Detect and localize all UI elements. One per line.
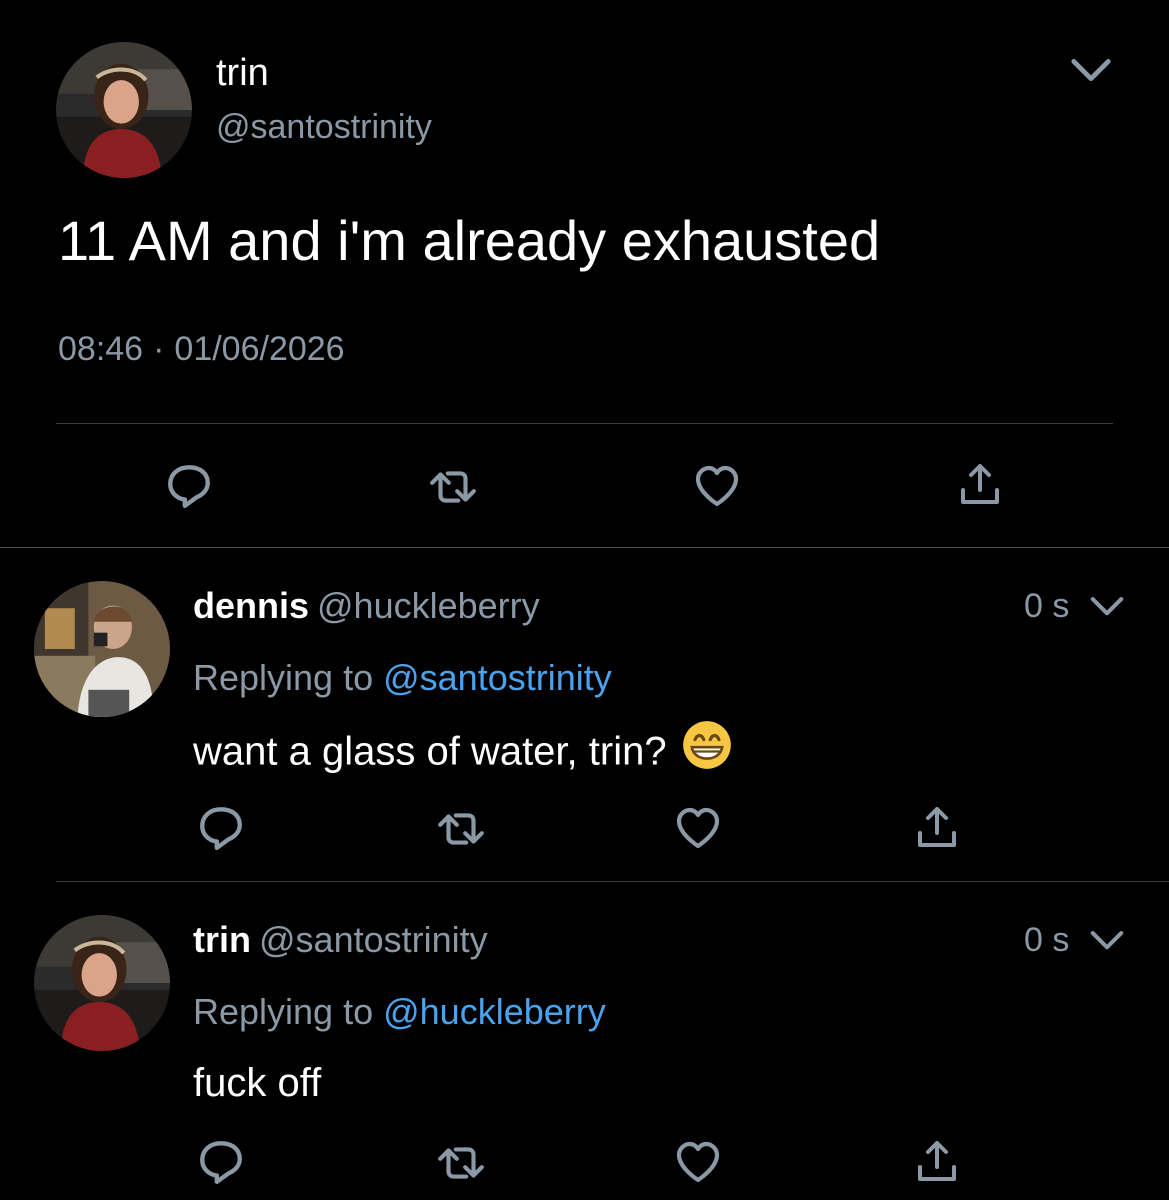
- reply-share-icon[interactable]: [913, 803, 961, 856]
- main-section-divider: [0, 547, 1169, 548]
- reply-share-icon[interactable]: [913, 1137, 961, 1190]
- main-tweet-date: 01/06/2026: [174, 330, 345, 368]
- reply-header: dennis @huckleberry: [193, 585, 540, 627]
- reply-header: trin @santostrinity: [193, 919, 488, 961]
- reply-reply-icon[interactable]: [196, 802, 246, 857]
- replying-to-line: Replying to @santostrinity: [193, 657, 612, 699]
- reply-text: want a glass of water, trin?: [193, 727, 733, 781]
- reply-author-handle[interactable]: @santostrinity: [259, 919, 488, 960]
- reply-divider: [56, 881, 1169, 882]
- replying-to-mention[interactable]: @santostrinity: [383, 657, 612, 698]
- replying-to-line: Replying to @huckleberry: [193, 991, 606, 1033]
- reply-options-chevron-icon[interactable]: [1088, 922, 1126, 965]
- main-reply-icon[interactable]: [164, 460, 214, 515]
- replying-to-label: Replying to: [193, 991, 374, 1032]
- reply-author-name[interactable]: dennis: [193, 585, 309, 626]
- main-share-icon[interactable]: [956, 460, 1004, 513]
- tweet-options-chevron-icon[interactable]: [1068, 48, 1114, 99]
- reply-text-content: want a glass of water, trin?: [193, 729, 667, 774]
- main-author-name[interactable]: trin: [216, 52, 269, 95]
- reply-timestamp: 0 s: [1024, 587, 1070, 625]
- reply-reply-icon[interactable]: [196, 1136, 246, 1191]
- grinning-face-emoji-icon: [681, 719, 733, 781]
- main-author-avatar[interactable]: [56, 42, 192, 178]
- reply-timestamp: 0 s: [1024, 921, 1070, 959]
- reply-retweet-icon[interactable]: [434, 1138, 488, 1193]
- main-like-icon[interactable]: [692, 462, 742, 515]
- reply-retweet-icon[interactable]: [434, 804, 488, 859]
- reply-author-avatar[interactable]: [34, 915, 170, 1051]
- main-tweet-text: 11 AM and i'm already exhausted: [58, 209, 881, 272]
- main-tweet-divider: [56, 423, 1113, 424]
- main-author-handle[interactable]: @santostrinity: [216, 108, 432, 147]
- main-tweet-time: 08:46: [58, 330, 144, 368]
- reply-options-chevron-icon[interactable]: [1088, 588, 1126, 631]
- main-tweet-timestamp: 08:46 · 01/06/2026: [58, 330, 345, 369]
- reply-like-icon[interactable]: [673, 1138, 723, 1191]
- main-retweet-icon[interactable]: [426, 462, 480, 517]
- replying-to-mention[interactable]: @huckleberry: [383, 991, 606, 1032]
- reply-author-handle[interactable]: @huckleberry: [317, 585, 540, 626]
- reply-author-name[interactable]: trin: [193, 919, 251, 960]
- replying-to-label: Replying to: [193, 657, 374, 698]
- reply-author-avatar[interactable]: [34, 581, 170, 717]
- reply-text-content: fuck off: [193, 1061, 322, 1105]
- reply-text: fuck off: [193, 1061, 321, 1106]
- reply-like-icon[interactable]: [673, 804, 723, 857]
- timestamp-separator: ·: [153, 330, 165, 368]
